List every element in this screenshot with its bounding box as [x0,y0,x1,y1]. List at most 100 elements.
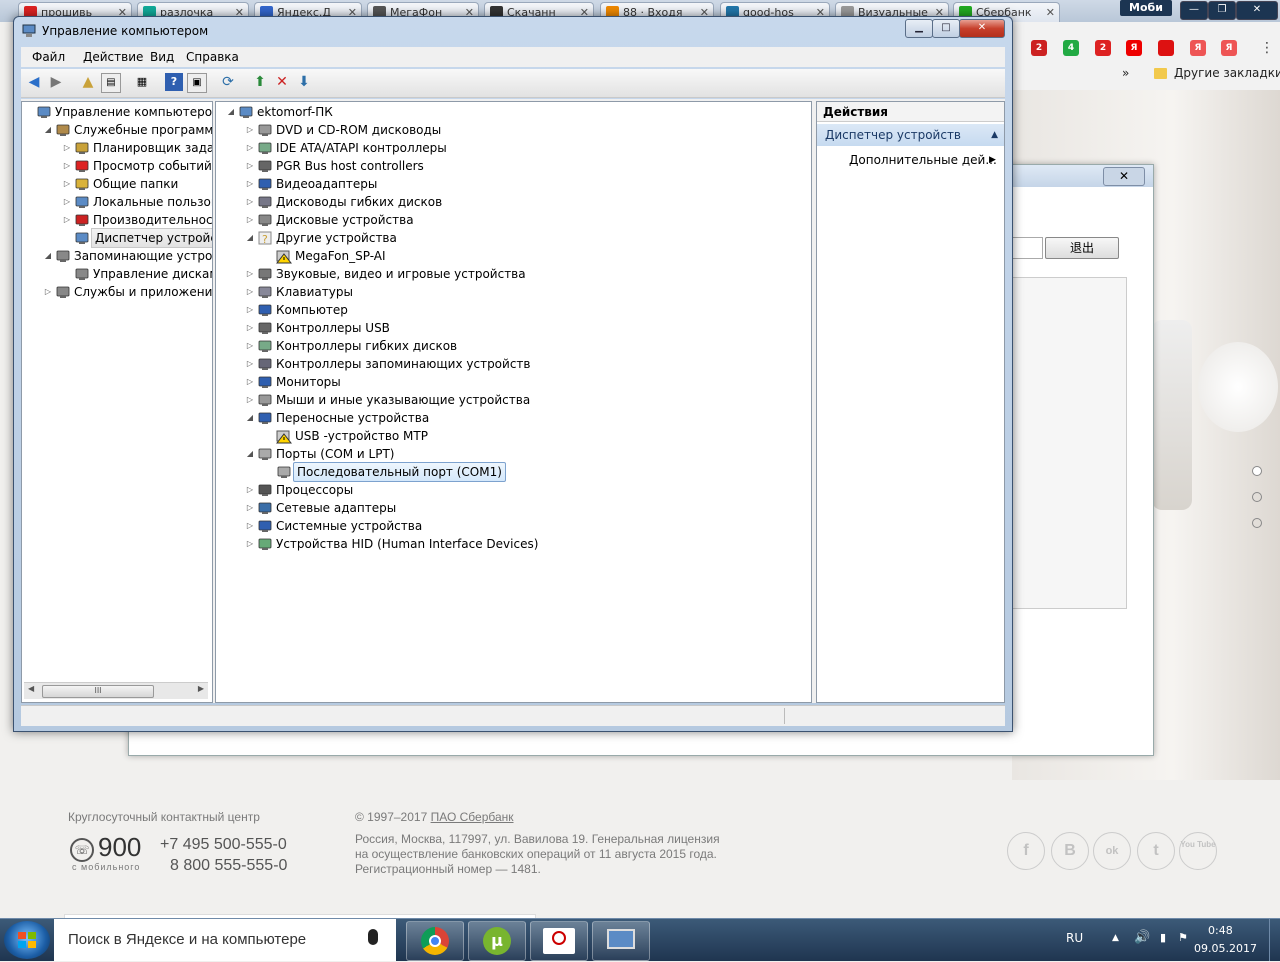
device-tree-item[interactable]: ▷ Клавиатуры [216,283,811,301]
collapsed-arrow-icon[interactable]: ▷ [245,499,255,517]
collapsed-arrow-icon[interactable]: ▷ [245,517,255,535]
expanded-arrow-icon[interactable]: ◢ [226,103,236,121]
expanded-arrow-icon[interactable]: ◢ [245,229,255,247]
clock-time[interactable]: 0:48 [1208,924,1233,937]
up-folder-icon[interactable]: ▲ [79,73,97,91]
browser-restore-button[interactable]: ❐ [1208,1,1236,20]
forward-arrow-icon[interactable]: ▶ [47,73,65,91]
device-tree-item[interactable]: ▷ Дисковые устройства [216,211,811,229]
collapsed-arrow-icon[interactable]: ▷ [245,157,255,175]
odnoklassniki-icon[interactable]: ok [1093,832,1131,870]
facebook-icon[interactable]: f [1007,832,1045,870]
clock-date[interactable]: 09.05.2017 [1194,942,1257,955]
console-tree-item[interactable]: ▷ Планировщик заданий [22,139,212,157]
device-tree-item[interactable]: ▷ Компьютер [216,301,811,319]
network-icon[interactable]: ▮ [1160,931,1166,944]
device-tree-item[interactable]: ◢ ektomorf-ПК [216,103,811,121]
device-tree-item[interactable]: ◢? Другие устройства [216,229,811,247]
menu-view[interactable]: Вид [150,50,174,64]
device-tree-item[interactable]: ◢ Порты (COM и LPT) [216,445,811,463]
collapsed-arrow-icon[interactable]: ▷ [245,283,255,301]
device-tree-item[interactable]: USB -устройство MTP [216,427,811,445]
expanded-arrow-icon[interactable]: ◢ [43,247,53,265]
console-tree-item[interactable]: ▷ Просмотр событий [22,157,212,175]
collapsed-arrow-icon[interactable]: ▷ [245,121,255,139]
collapsed-arrow-icon[interactable]: ▷ [43,283,53,301]
browser-extension-icon[interactable]: Я [1190,40,1206,56]
device-tree-item[interactable]: ▷ Системные устройства [216,517,811,535]
collapsed-arrow-icon[interactable]: ▷ [245,319,255,337]
menu-help[interactable]: Справка [186,50,239,64]
volume-icon[interactable]: 🔊 [1134,930,1150,945]
scan-hardware-icon[interactable]: ⟳ [219,73,237,91]
taskbar-utorrent[interactable]: µ [468,921,526,961]
device-tree-item[interactable]: ▷ Дисководы гибких дисков [216,193,811,211]
console-tree-item[interactable]: ▷ Службы и приложения [22,283,212,301]
taskbar-device-manager[interactable] [592,921,650,961]
device-tree-item[interactable]: ▷ Мыши и иные указывающие устройства [216,391,811,409]
phone-number-2[interactable]: 8 800 555-555-0 [170,857,287,875]
minimize-button[interactable]: ▁ [905,19,933,38]
carousel-dot[interactable] [1252,466,1262,476]
device-tree-item[interactable]: ▷ Устройства HID (Human Interface Devices… [216,535,811,553]
device-tree-item[interactable]: Последовательный порт (COM1) [216,462,811,482]
browser-extension-icon[interactable]: Я [1126,40,1142,56]
vkontakte-icon[interactable]: B [1051,832,1089,870]
taskbar-chrome[interactable] [406,921,464,961]
collapsed-arrow-icon[interactable]: ▷ [245,337,255,355]
browser-extension-icon[interactable]: 2 [1031,40,1047,56]
browser-menu-icon[interactable]: ⋮ [1260,40,1274,56]
scrollbar-thumb[interactable]: III [42,685,154,698]
copyright-link[interactable]: ПАО Сбербанк [431,810,514,824]
show-desktop-button[interactable] [1269,919,1280,961]
collapsed-arrow-icon[interactable]: ▷ [245,139,255,157]
collapsed-arrow-icon[interactable]: ▷ [245,301,255,319]
microphone-icon[interactable] [368,929,378,945]
site-dialog-close-button[interactable]: ✕ [1103,167,1145,186]
device-tree-item[interactable]: ▷ IDE ATA/ATAPI контроллеры [216,139,811,157]
device-tree-item[interactable]: ▷ Звуковые, видео и игровые устройства [216,265,811,283]
collapsed-arrow-icon[interactable]: ▷ [245,391,255,409]
browser-extension-icon[interactable]: 2 [1095,40,1111,56]
expanded-arrow-icon[interactable]: ◢ [245,409,255,427]
language-indicator[interactable]: RU [1066,931,1083,945]
profile-button[interactable]: Моби [1120,0,1172,16]
browser-extension-icon[interactable]: 4 [1063,40,1079,56]
console-tree-item[interactable]: Диспетчер устройств [22,228,212,248]
collapsed-arrow-icon[interactable]: ▷ [245,211,255,229]
collapse-icon[interactable]: ▲ [991,124,998,146]
show-hide-action-pane-icon[interactable]: ▣ [187,73,207,93]
browser-minimize-button[interactable]: — [1180,1,1208,20]
back-arrow-icon[interactable]: ◀ [25,73,43,91]
enable-device-icon[interactable]: ⬇ [295,73,313,91]
carousel-dot[interactable] [1252,492,1262,502]
console-tree-item[interactable]: ▷ Производительность [22,211,212,229]
close-button[interactable]: ✕ [959,19,1005,38]
browser-close-button[interactable]: ✕ [1236,1,1278,20]
collapsed-arrow-icon[interactable]: ▷ [245,535,255,553]
collapsed-arrow-icon[interactable]: ▷ [245,175,255,193]
more-actions-item[interactable]: Дополнительные дей... ▶ [849,152,997,168]
console-tree-item[interactable]: Управление дисками [22,265,212,283]
device-tree-item[interactable]: ▷ Видеоадаптеры [216,175,811,193]
console-tree-item[interactable]: ◢ Запоминающие устройст [22,247,212,265]
console-tree-item[interactable]: Управление компьютером (л [22,103,212,121]
console-tree-item[interactable]: ▷ Локальные пользовате [22,193,212,211]
device-tree-item[interactable]: ▷ Сетевые адаптеры [216,499,811,517]
scroll-right-arrow-icon[interactable]: ▶ [198,684,204,693]
horizontal-scrollbar[interactable]: ◀ III ▶ [24,682,208,699]
scroll-left-arrow-icon[interactable]: ◀ [28,684,34,693]
collapsed-arrow-icon[interactable]: ▷ [62,175,72,193]
update-driver-icon[interactable]: ⬆ [251,73,269,91]
youtube-icon[interactable]: You Tube [1179,832,1217,870]
start-button[interactable] [4,921,50,959]
actions-section-device-manager[interactable]: Диспетчер устройств ▲ [817,124,1004,146]
collapsed-arrow-icon[interactable]: ▷ [245,373,255,391]
carousel-dot[interactable] [1252,518,1262,528]
expanded-arrow-icon[interactable]: ◢ [43,121,53,139]
uninstall-device-icon[interactable]: ✕ [273,73,291,91]
collapsed-arrow-icon[interactable]: ▷ [62,157,72,175]
device-tree-item[interactable]: ▷ PGR Bus host controllers [216,157,811,175]
exit-button[interactable]: 退出 [1045,237,1119,259]
show-hidden-icons-icon[interactable]: ▲ [1112,933,1119,943]
